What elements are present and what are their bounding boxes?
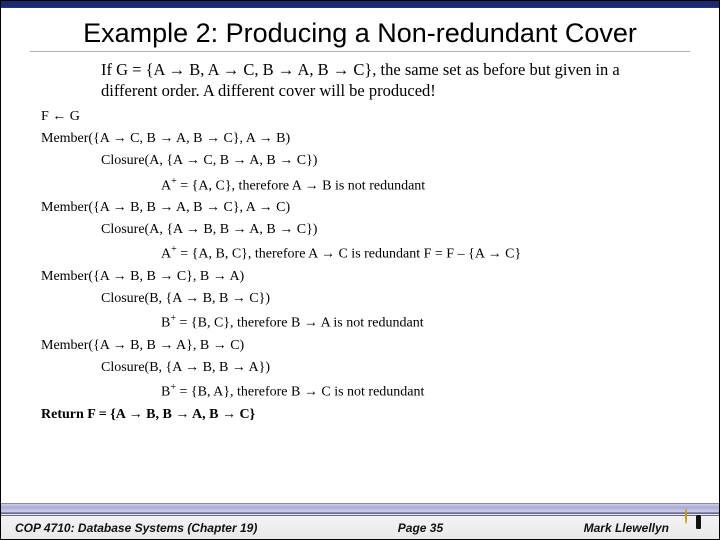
line-10: B+ = {B, C}, therefore B → A is not redu… — [161, 313, 689, 332]
line-13-var: B — [161, 385, 170, 400]
line-11: Member({A → B, B → A}, B → C) — [41, 338, 689, 354]
line-3: Closure(A, {A → C, B → A, B → C}) — [101, 153, 689, 169]
line-9: Closure(B, {A → B, B → C}) — [101, 291, 689, 307]
footer-page: Page 35 — [257, 521, 583, 535]
line-4: A+ = {A, C}, therefore A → B is not redu… — [161, 176, 689, 195]
line-7: A+ = {A, B, C}, therefore A → C is redun… — [161, 244, 689, 263]
intro-text: If G = {A → B, A → C, B → A, B → C}, the… — [101, 60, 655, 101]
line-6: Closure(A, {A → B, B → A, B → C}) — [101, 222, 689, 238]
top-accent-bar — [1, 1, 719, 8]
line-4-rest: = {A, C}, therefore A → B is not redunda… — [177, 178, 425, 193]
line-10-rest: = {B, C}, therefore B → A is not redunda… — [176, 316, 424, 331]
line-12: Closure(B, {A → B, B → A}) — [101, 360, 689, 376]
line-1: F ← G — [41, 109, 689, 125]
slide: Example 2: Producing a Non-redundant Cov… — [0, 0, 720, 540]
line-10-var: B — [161, 316, 170, 331]
line-5: Member({A → B, B → A, B → C}, A → C) — [41, 200, 689, 216]
line-13-rest: = {B, A}, therefore B → C is not redunda… — [176, 385, 424, 400]
slide-title: Example 2: Producing a Non-redundant Cov… — [1, 18, 719, 49]
footer-course: COP 4710: Database Systems (Chapter 19) — [15, 521, 257, 535]
line-8: Member({A → B, B → C}, B → A) — [41, 269, 689, 285]
line-7-var: A — [161, 247, 171, 262]
footer: COP 4710: Database Systems (Chapter 19) … — [1, 513, 719, 539]
title-underline — [30, 51, 691, 52]
line-13: B+ = {B, A}, therefore B → C is not redu… — [161, 382, 689, 401]
line-4-var: A — [161, 178, 171, 193]
ucf-logo-icon — [685, 509, 713, 537]
footer-separator — [1, 503, 719, 513]
line-7-rest: = {A, B, C}, therefore A → C is redundan… — [177, 247, 521, 262]
line-2: Member({A → C, B → A, B → C}, A → B) — [41, 131, 689, 147]
proof-body: F ← G Member({A → C, B → A, B → C}, A → … — [41, 109, 689, 423]
line-14: Return F = {A → B, B → A, B → C} — [41, 407, 689, 423]
